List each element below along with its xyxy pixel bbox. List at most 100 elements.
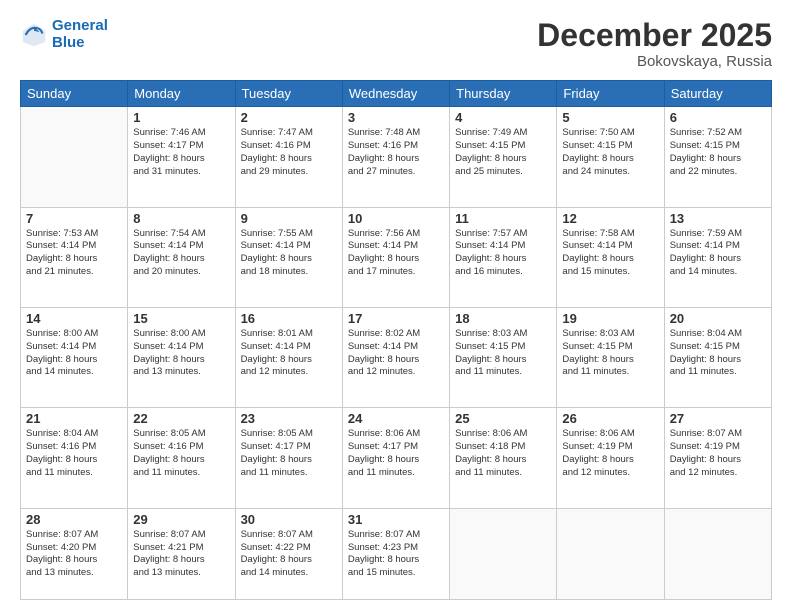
day-info: Sunrise: 8:05 AM Sunset: 4:17 PM Dayligh… (241, 428, 337, 479)
day-number: 27 (670, 411, 766, 426)
day-info: Sunrise: 8:06 AM Sunset: 4:18 PM Dayligh… (455, 428, 551, 479)
table-row: 10 Sunrise: 7:56 AM Sunset: 4:14 PM Dayli… (342, 207, 449, 307)
day-number: 9 (241, 211, 337, 226)
table-row: 25 Sunrise: 8:06 AM Sunset: 4:18 PM Dayli… (450, 408, 557, 508)
calendar-week-row: 1Sunrise: 7:46 AM Sunset: 4:17 PM Daylig… (21, 107, 772, 207)
calendar-week-row: 21 Sunrise: 8:04 AM Sunset: 4:16 PM Dayli… (21, 408, 772, 508)
table-row: 11 Sunrise: 7:57 AM Sunset: 4:14 PM Dayli… (450, 207, 557, 307)
day-info: Sunrise: 7:47 AM Sunset: 4:16 PM Dayligh… (241, 127, 337, 178)
day-info: Sunrise: 8:04 AM Sunset: 4:15 PM Dayligh… (670, 328, 766, 379)
day-number: 7 (26, 211, 122, 226)
day-number: 20 (670, 311, 766, 326)
table-row: 22Sunrise: 8:05 AM Sunset: 4:16 PM Dayli… (128, 408, 235, 508)
month-title: December 2025 (537, 18, 772, 53)
day-number: 3 (348, 110, 444, 125)
calendar-week-row: 7 Sunrise: 7:53 AM Sunset: 4:14 PM Daylig… (21, 207, 772, 307)
logo-icon (20, 21, 48, 49)
table-row: 12Sunrise: 7:58 AM Sunset: 4:14 PM Dayli… (557, 207, 664, 307)
location: Bokovskaya, Russia (537, 53, 772, 70)
day-info: Sunrise: 7:52 AM Sunset: 4:15 PM Dayligh… (670, 127, 766, 178)
title-block: December 2025 Bokovskaya, Russia (537, 18, 772, 70)
logo-line1: General (52, 17, 108, 34)
header-thursday: Thursday (450, 81, 557, 107)
day-info: Sunrise: 7:54 AM Sunset: 4:14 PM Dayligh… (133, 228, 229, 279)
day-number: 23 (241, 411, 337, 426)
calendar-week-row: 28Sunrise: 8:07 AM Sunset: 4:20 PM Dayli… (21, 508, 772, 599)
day-info: Sunrise: 8:03 AM Sunset: 4:15 PM Dayligh… (455, 328, 551, 379)
day-info: Sunrise: 7:53 AM Sunset: 4:14 PM Dayligh… (26, 228, 122, 279)
day-number: 21 (26, 411, 122, 426)
day-info: Sunrise: 8:07 AM Sunset: 4:21 PM Dayligh… (133, 529, 229, 580)
logo-text: General Blue (52, 18, 108, 51)
table-row (664, 508, 771, 599)
calendar-table: Sunday Monday Tuesday Wednesday Thursday… (20, 80, 772, 600)
day-info: Sunrise: 8:02 AM Sunset: 4:14 PM Dayligh… (348, 328, 444, 379)
table-row: 2 Sunrise: 7:47 AM Sunset: 4:16 PM Daylig… (235, 107, 342, 207)
day-number: 24 (348, 411, 444, 426)
logo: General Blue (20, 18, 108, 51)
day-number: 19 (562, 311, 658, 326)
day-number: 2 (241, 110, 337, 125)
day-number: 25 (455, 411, 551, 426)
table-row: 1Sunrise: 7:46 AM Sunset: 4:17 PM Daylig… (128, 107, 235, 207)
table-row: 14 Sunrise: 8:00 AM Sunset: 4:14 PM Dayli… (21, 307, 128, 407)
day-number: 6 (670, 110, 766, 125)
header-wednesday: Wednesday (342, 81, 449, 107)
day-number: 12 (562, 211, 658, 226)
table-row: 4Sunrise: 7:49 AM Sunset: 4:15 PM Daylig… (450, 107, 557, 207)
day-number: 14 (26, 311, 122, 326)
table-row: 3 Sunrise: 7:48 AM Sunset: 4:16 PM Daylig… (342, 107, 449, 207)
day-info: Sunrise: 7:56 AM Sunset: 4:14 PM Dayligh… (348, 228, 444, 279)
table-row: 18Sunrise: 8:03 AM Sunset: 4:15 PM Dayli… (450, 307, 557, 407)
table-row: 21 Sunrise: 8:04 AM Sunset: 4:16 PM Dayli… (21, 408, 128, 508)
table-row (21, 107, 128, 207)
day-number: 28 (26, 512, 122, 527)
day-number: 10 (348, 211, 444, 226)
calendar-week-row: 14 Sunrise: 8:00 AM Sunset: 4:14 PM Dayli… (21, 307, 772, 407)
table-row: 23 Sunrise: 8:05 AM Sunset: 4:17 PM Dayli… (235, 408, 342, 508)
day-info: Sunrise: 8:07 AM Sunset: 4:23 PM Dayligh… (348, 529, 444, 580)
table-row: 30 Sunrise: 8:07 AM Sunset: 4:22 PM Dayli… (235, 508, 342, 599)
day-info: Sunrise: 8:07 AM Sunset: 4:22 PM Dayligh… (241, 529, 337, 580)
table-row: 17 Sunrise: 8:02 AM Sunset: 4:14 PM Dayli… (342, 307, 449, 407)
day-info: Sunrise: 8:00 AM Sunset: 4:14 PM Dayligh… (26, 328, 122, 379)
table-row: 16Sunrise: 8:01 AM Sunset: 4:14 PM Dayli… (235, 307, 342, 407)
day-number: 30 (241, 512, 337, 527)
calendar-header-row: Sunday Monday Tuesday Wednesday Thursday… (21, 81, 772, 107)
day-info: Sunrise: 7:57 AM Sunset: 4:14 PM Dayligh… (455, 228, 551, 279)
day-number: 31 (348, 512, 444, 527)
day-info: Sunrise: 8:06 AM Sunset: 4:17 PM Dayligh… (348, 428, 444, 479)
table-row: 15Sunrise: 8:00 AM Sunset: 4:14 PM Dayli… (128, 307, 235, 407)
table-row (450, 508, 557, 599)
day-info: Sunrise: 8:06 AM Sunset: 4:19 PM Dayligh… (562, 428, 658, 479)
day-number: 11 (455, 211, 551, 226)
day-info: Sunrise: 7:49 AM Sunset: 4:15 PM Dayligh… (455, 127, 551, 178)
header-monday: Monday (128, 81, 235, 107)
table-row: 6 Sunrise: 7:52 AM Sunset: 4:15 PM Daylig… (664, 107, 771, 207)
table-row: 8 Sunrise: 7:54 AM Sunset: 4:14 PM Daylig… (128, 207, 235, 307)
day-number: 26 (562, 411, 658, 426)
day-number: 17 (348, 311, 444, 326)
day-number: 15 (133, 311, 229, 326)
table-row: 9 Sunrise: 7:55 AM Sunset: 4:14 PM Daylig… (235, 207, 342, 307)
day-info: Sunrise: 8:07 AM Sunset: 4:19 PM Dayligh… (670, 428, 766, 479)
header-friday: Friday (557, 81, 664, 107)
header-saturday: Saturday (664, 81, 771, 107)
table-row: 7 Sunrise: 7:53 AM Sunset: 4:14 PM Daylig… (21, 207, 128, 307)
table-row: 31 Sunrise: 8:07 AM Sunset: 4:23 PM Dayli… (342, 508, 449, 599)
table-row: 13Sunrise: 7:59 AM Sunset: 4:14 PM Dayli… (664, 207, 771, 307)
day-number: 22 (133, 411, 229, 426)
table-row (557, 508, 664, 599)
day-number: 29 (133, 512, 229, 527)
day-info: Sunrise: 7:55 AM Sunset: 4:14 PM Dayligh… (241, 228, 337, 279)
day-info: Sunrise: 8:04 AM Sunset: 4:16 PM Dayligh… (26, 428, 122, 479)
page: General Blue December 2025 Bokovskaya, R… (0, 0, 792, 612)
day-number: 8 (133, 211, 229, 226)
day-info: Sunrise: 7:48 AM Sunset: 4:16 PM Dayligh… (348, 127, 444, 178)
day-info: Sunrise: 7:50 AM Sunset: 4:15 PM Dayligh… (562, 127, 658, 178)
table-row: 29 Sunrise: 8:07 AM Sunset: 4:21 PM Dayli… (128, 508, 235, 599)
table-row: 5Sunrise: 7:50 AM Sunset: 4:15 PM Daylig… (557, 107, 664, 207)
day-number: 13 (670, 211, 766, 226)
day-info: Sunrise: 8:01 AM Sunset: 4:14 PM Dayligh… (241, 328, 337, 379)
header: General Blue December 2025 Bokovskaya, R… (20, 18, 772, 70)
